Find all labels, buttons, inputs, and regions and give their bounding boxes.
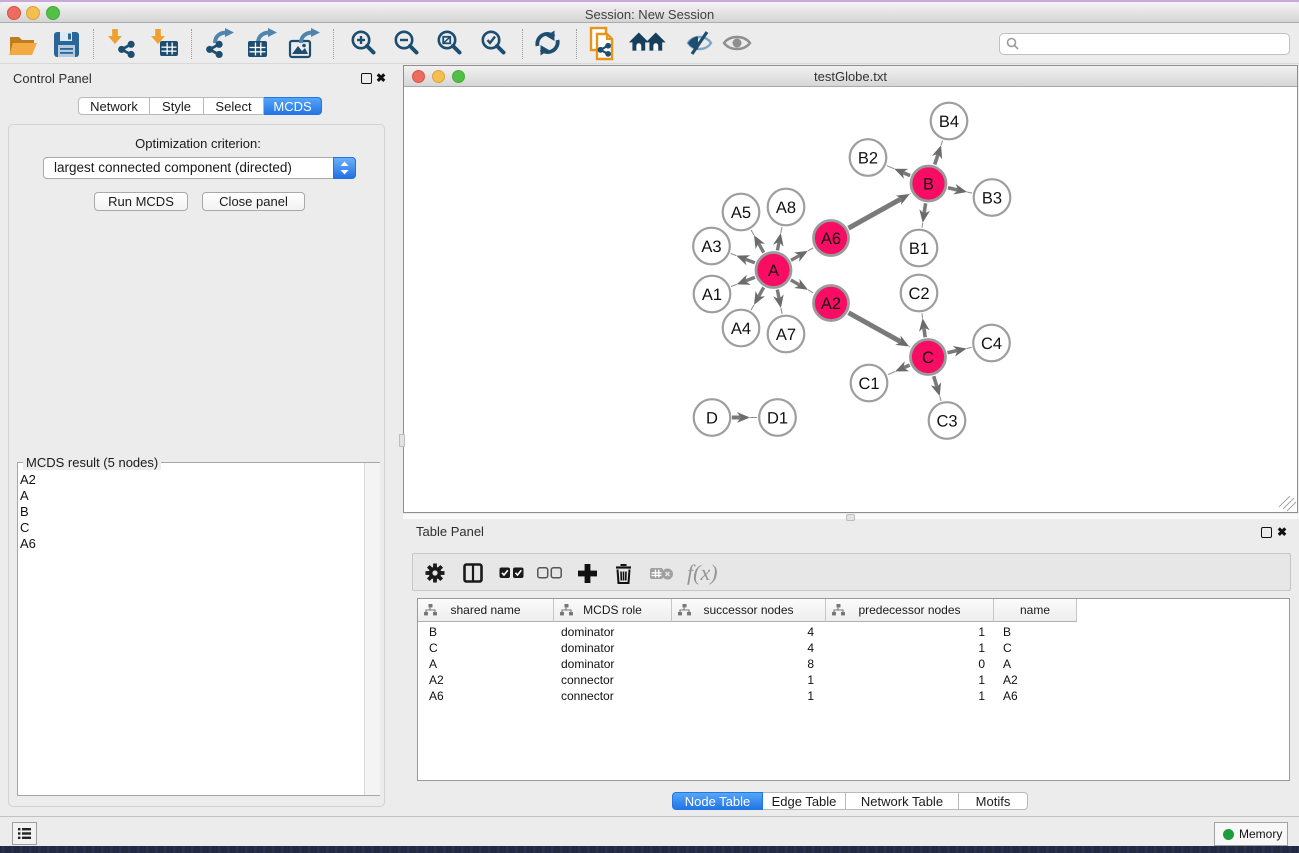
svg-text:C3: C3 — [936, 412, 957, 430]
svg-text:C1: C1 — [858, 375, 879, 393]
svg-text:A7: A7 — [776, 326, 796, 344]
svg-text:f(x): f(x) — [687, 560, 718, 585]
svg-text:B2: B2 — [858, 149, 878, 167]
svg-text:A1: A1 — [702, 286, 722, 304]
svg-text:A6: A6 — [821, 230, 841, 248]
svg-text:A4: A4 — [731, 320, 751, 338]
svg-text:C4: C4 — [981, 335, 1002, 353]
svg-text:A2: A2 — [821, 295, 841, 313]
svg-text:C: C — [922, 349, 934, 367]
svg-text:A5: A5 — [731, 204, 751, 222]
svg-text:B4: B4 — [939, 113, 959, 131]
svg-text:D: D — [706, 409, 718, 427]
svg-text:A3: A3 — [701, 238, 721, 256]
svg-text:C2: C2 — [908, 285, 929, 303]
svg-text:B3: B3 — [982, 189, 1002, 207]
svg-text:D1: D1 — [767, 409, 788, 427]
svg-text:B1: B1 — [909, 240, 929, 258]
svg-text:B: B — [923, 175, 934, 193]
svg-text:A: A — [768, 262, 779, 280]
svg-text:A8: A8 — [776, 199, 796, 217]
